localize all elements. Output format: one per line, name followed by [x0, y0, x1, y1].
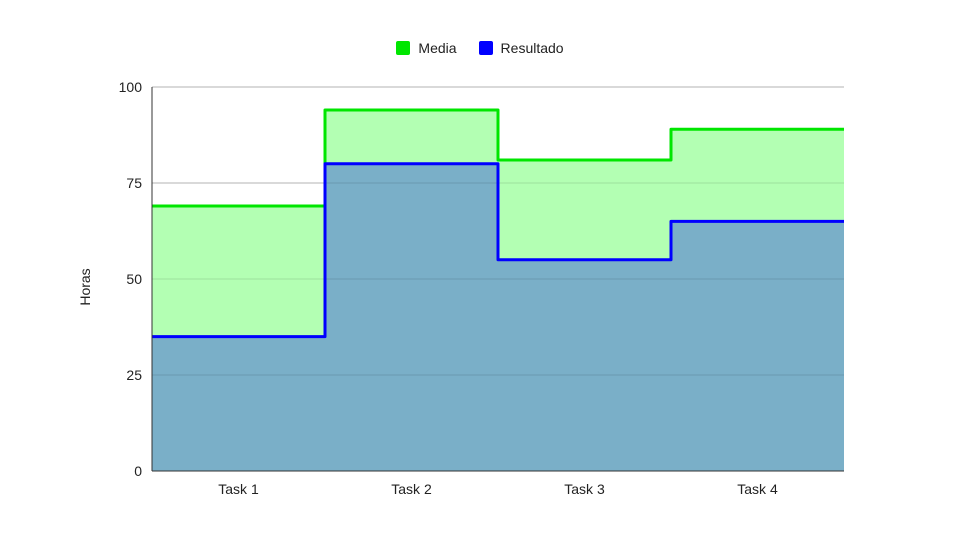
x-tick-labels: Task 1 Task 2 Task 3 Task 4 — [218, 481, 778, 497]
chart-container: Media Resultado 0 25 50 75 100 Task 1 Task 2T… — [0, 0, 960, 540]
x-tick-2: Task 2 — [391, 481, 432, 497]
y-tick-100: 100 — [119, 79, 143, 95]
y-tick-50: 50 — [126, 271, 142, 287]
x-tick-1: Task 1 — [218, 481, 259, 497]
x-tick-3: Task 3 — [564, 481, 605, 497]
chart-svg: 0 25 50 75 100 Task 1 Task 2 Task 3 Task 4 Hora… — [77, 79, 844, 497]
y-axis-title: Horas — [77, 268, 93, 305]
y-tick-labels: 0 25 50 75 100 — [119, 79, 143, 479]
y-tick-25: 25 — [126, 367, 142, 383]
y-tick-0: 0 — [134, 463, 142, 479]
x-tick-4: Task 4 — [737, 481, 778, 497]
y-tick-75: 75 — [126, 175, 142, 191]
